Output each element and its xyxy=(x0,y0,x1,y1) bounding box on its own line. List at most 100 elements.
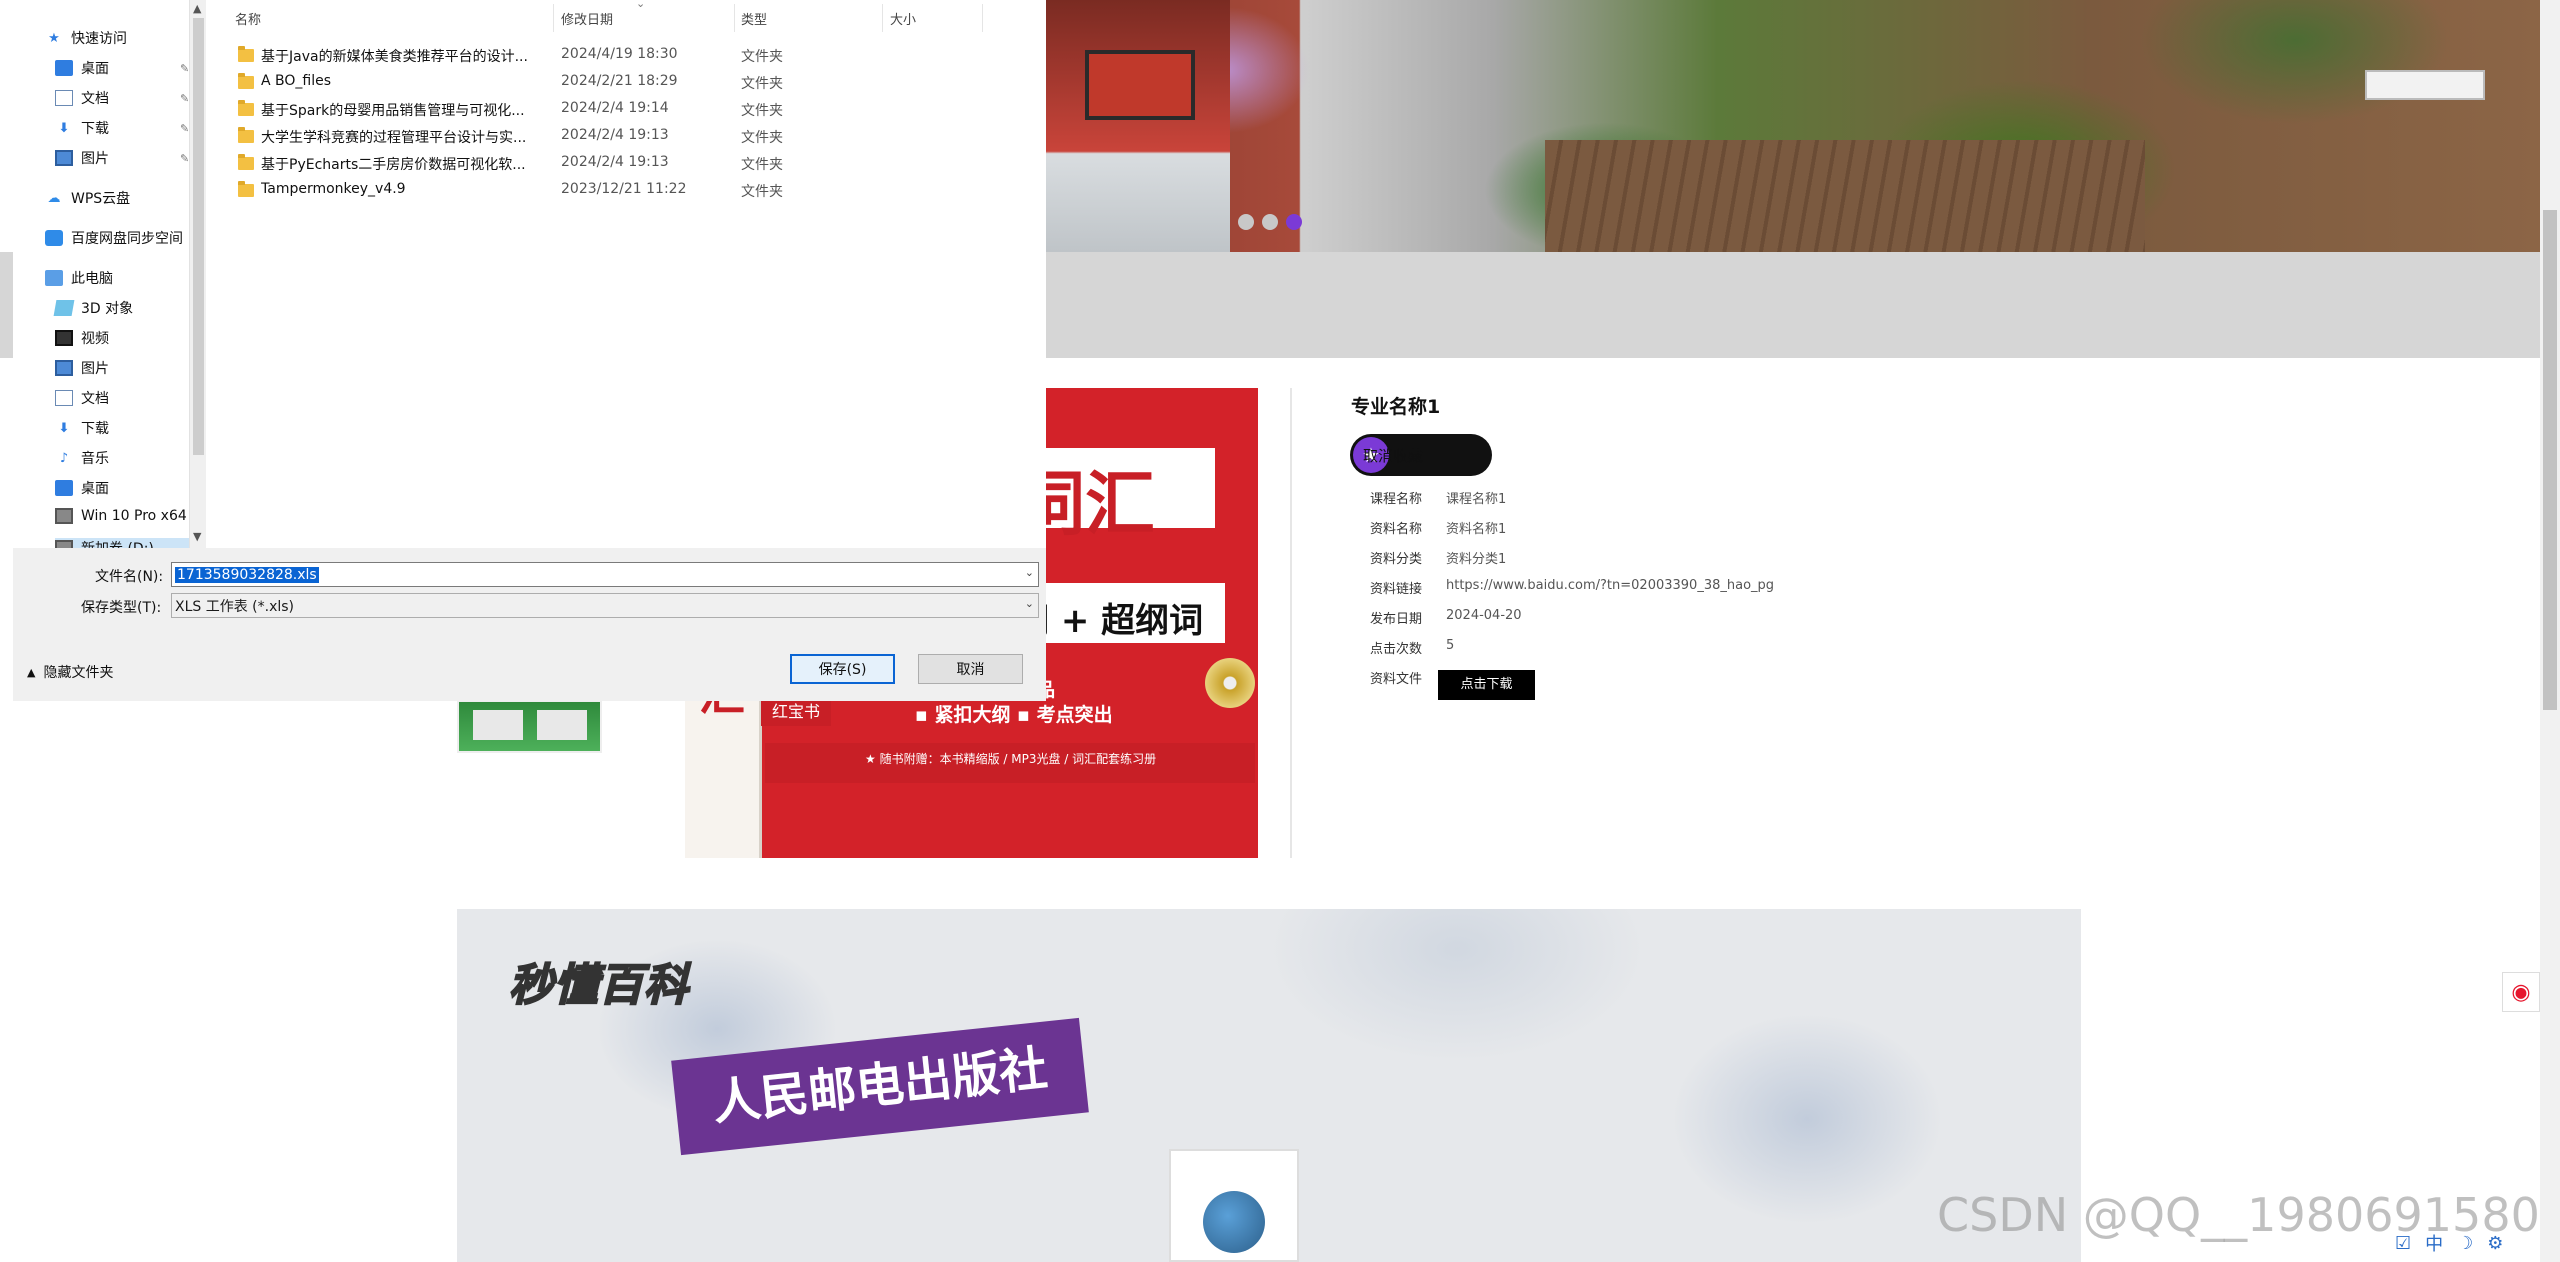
hide-folders-toggle[interactable]: ▲ 隐藏文件夹 xyxy=(27,662,113,682)
column-separator[interactable] xyxy=(882,4,883,32)
file-row[interactable]: Tampermonkey_v4.9 2023/12/21 11:22 文件夹 xyxy=(206,178,1046,205)
document-icon xyxy=(55,90,73,106)
nav-label: 快速访问 xyxy=(71,31,127,47)
chevron-down-icon[interactable]: ⌄ xyxy=(1025,566,1034,579)
save-button[interactable]: 保存(S) xyxy=(790,654,895,684)
baidu-drive-icon xyxy=(45,230,63,246)
ime-settings-icon[interactable]: ⚙ xyxy=(2487,1233,2503,1254)
carousel-dot-2[interactable] xyxy=(1262,214,1278,230)
nav-downloads-pinned[interactable]: ⬇ 下载 ✎ xyxy=(55,118,189,138)
column-separator[interactable] xyxy=(553,4,554,32)
ime-moon-icon[interactable]: ☽ xyxy=(2457,1233,2473,1254)
nav-label: 图片 xyxy=(81,151,109,167)
file-name: 基于Spark的母婴用品销售管理与可视化... xyxy=(261,103,525,119)
file-type: 文件夹 xyxy=(741,157,783,173)
nav-desktop[interactable]: 桌面 xyxy=(55,478,109,498)
scroll-down-icon[interactable]: ▼ xyxy=(193,530,201,543)
file-row[interactable]: 大学生学科竞赛的过程管理平台设计与实... 2024/2/4 19:13 文件夹 xyxy=(206,124,1046,151)
drive-icon xyxy=(55,540,73,548)
3d-objects-icon xyxy=(53,300,75,316)
nav-label: 视频 xyxy=(81,331,109,347)
detail-key: 课程名称 xyxy=(1370,492,1423,507)
cover-cd-icon xyxy=(1205,658,1255,708)
page-scrollbar[interactable] xyxy=(2540,0,2560,1262)
filename-value[interactable]: 1713589032828.xls xyxy=(175,566,319,583)
nav-label: 图片 xyxy=(81,361,109,377)
picture-icon xyxy=(55,360,73,376)
navigation-pane[interactable]: ★ 快速访问 桌面 ✎ 文档 ✎ ⬇ 下载 ✎ 图片 ✎ ☁ WPS云盘 百度网盘同步空间 此… xyxy=(13,0,189,548)
file-date: 2024/2/4 19:13 xyxy=(561,127,669,143)
cancel-button[interactable]: 取消 xyxy=(918,654,1023,684)
video-player[interactable]: 秒懂百科 人民邮电出版社 xyxy=(457,909,2081,1262)
unfavorite-button[interactable]: ★ 取消收藏 xyxy=(1350,434,1492,476)
scroll-up-icon[interactable]: ▲ xyxy=(193,2,201,15)
banner-photo-left xyxy=(1045,0,1230,252)
nav-quick-access[interactable]: ★ 快速访问 xyxy=(45,28,127,48)
nav-documents[interactable]: 文档 xyxy=(55,388,109,408)
detail-row-material: 资料名称 资料名称1 xyxy=(1370,518,1506,537)
file-name: 大学生学科竞赛的过程管理平台设计与实... xyxy=(261,130,527,146)
detail-row-file: 资料文件 xyxy=(1370,668,1446,687)
nav-pictures-pinned[interactable]: 图片 ✎ xyxy=(55,148,189,168)
chevron-down-icon[interactable]: ⌄ xyxy=(1025,597,1034,610)
star-icon: ★ xyxy=(48,30,60,46)
hide-folders-label: 隐藏文件夹 xyxy=(43,665,114,681)
video-icon xyxy=(55,330,73,346)
pin-icon: ✎ xyxy=(180,121,189,135)
billboard-sign xyxy=(1085,50,1195,120)
nav-desktop-pinned[interactable]: 桌面 ✎ xyxy=(55,58,189,78)
ime-toolbar[interactable]: ☑ 中 ☽ ⚙ xyxy=(2395,1228,2555,1258)
carousel-dots xyxy=(1238,214,1302,230)
column-separator[interactable] xyxy=(734,4,735,32)
nav-drive-c[interactable]: Win 10 Pro x64 xyxy=(55,508,187,524)
weibo-share-icon[interactable]: ◉ xyxy=(2502,972,2540,1012)
music-icon: ♪ xyxy=(59,450,69,466)
detail-link[interactable]: https://www.baidu.com/?tn=02003390_38_ha… xyxy=(1446,578,1774,597)
nav-music[interactable]: ♪ 音乐 xyxy=(55,448,109,468)
file-date: 2023/12/21 11:22 xyxy=(561,181,687,197)
nav-this-pc[interactable]: 此电脑 xyxy=(45,268,113,288)
carousel-dot-1[interactable] xyxy=(1238,214,1254,230)
cover-thumbnail[interactable] xyxy=(457,700,602,753)
column-header-date[interactable]: 修改日期 xyxy=(561,9,613,28)
carousel-dot-3-active[interactable] xyxy=(1286,214,1302,230)
nav-downloads[interactable]: ⬇ 下载 xyxy=(55,418,109,438)
column-header-type[interactable]: 类型 xyxy=(741,9,767,28)
thumbnail-book-1 xyxy=(473,710,523,740)
nav-3d-objects[interactable]: 3D 对象 xyxy=(53,298,133,318)
nav-videos[interactable]: 视频 xyxy=(55,328,109,348)
nav-documents-pinned[interactable]: 文档 ✎ xyxy=(55,88,189,108)
detail-value: 5 xyxy=(1446,638,1455,653)
video-logo: 秒懂百科 xyxy=(508,959,689,1012)
file-row[interactable]: A BO_files 2024/2/21 18:29 文件夹 xyxy=(206,70,1046,97)
column-header-name[interactable]: 名称 xyxy=(235,9,261,28)
column-header-size[interactable]: 大小 xyxy=(890,9,916,28)
file-row[interactable]: 基于Java的新媒体美食类推荐平台的设计... 2024/4/19 18:30 文件… xyxy=(206,43,1046,70)
nav-scrollbar-thumb[interactable] xyxy=(193,18,204,455)
nav-pictures[interactable]: 图片 xyxy=(55,358,109,378)
filetype-select[interactable]: XLS 工作表 (*.xls) ⌄ xyxy=(171,593,1039,618)
filename-label: 文件名(N): xyxy=(95,569,164,585)
detail-value: 2024-04-20 xyxy=(1446,608,1522,623)
file-row[interactable]: 基于Spark的母婴用品销售管理与可视化... 2024/2/4 19:14 文件夹 xyxy=(206,97,1046,124)
nav-drive-d[interactable]: 新加卷 (D:) xyxy=(55,538,189,548)
banner-bench xyxy=(2365,70,2485,100)
detail-key: 资料文件 xyxy=(1370,672,1423,687)
nav-label: 下载 xyxy=(81,421,109,437)
file-list[interactable]: ⌄ 名称 修改日期 类型 大小 基于Java的新媒体美食类推荐平台的设计... 2… xyxy=(206,0,1046,548)
download-button[interactable]: 点击下载 xyxy=(1438,670,1535,700)
file-type: 文件夹 xyxy=(741,49,783,65)
detail-row-clicks: 点击次数 5 xyxy=(1370,638,1454,657)
nav-wps-cloud[interactable]: ☁ WPS云盘 xyxy=(45,188,131,208)
nav-scrollbar[interactable]: ▲ ▼ xyxy=(189,0,206,548)
ime-checkbox-icon[interactable]: ☑ xyxy=(2395,1233,2411,1254)
ime-chinese-mode[interactable]: 中 xyxy=(2425,1230,2443,1256)
nav-label: 文档 xyxy=(81,91,109,107)
detail-row-category: 资料分类 资料分类1 xyxy=(1370,548,1506,567)
file-row[interactable]: 基于PyEcharts二手房房价数据可视化软... 2024/2/4 19:13 文… xyxy=(206,151,1046,178)
filename-input[interactable]: 1713589032828.xls ⌄ xyxy=(171,562,1039,587)
nav-baidu-sync[interactable]: 百度网盘同步空间 xyxy=(45,228,183,248)
thumbnail-book-2 xyxy=(537,710,587,740)
column-separator[interactable] xyxy=(982,4,983,32)
page-scrollbar-thumb[interactable] xyxy=(2543,210,2557,710)
